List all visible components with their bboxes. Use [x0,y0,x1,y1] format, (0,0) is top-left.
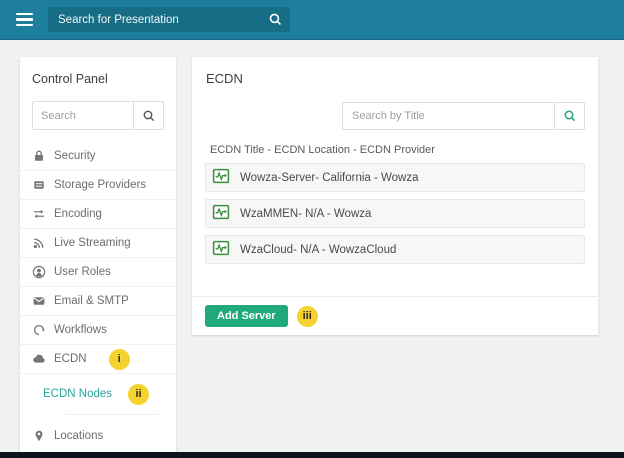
ecdn-server-title: WzaMMEN- N/A - Wowza [240,208,371,220]
workflows-icon [32,323,46,337]
sidebar-item-label: Encoding [54,208,102,220]
add-server-button[interactable]: Add Server [205,305,288,327]
annotation-badge-iii: iii [297,306,318,327]
sidebar-item-label: Workflows [54,324,107,336]
hamburger-menu-icon[interactable] [16,13,33,27]
user-roles-icon [32,265,46,279]
storage-icon [32,178,46,192]
sidebar-item-workflows[interactable]: Workflows [20,316,176,345]
panel-footer: Add Server iii [192,296,598,335]
sidebar-item-user-roles[interactable]: User Roles [20,258,176,287]
sidebar-title: Control Panel [20,57,176,86]
sidebar-item-live-streaming[interactable]: Live Streaming [20,229,176,258]
ecdn-server-list: Wowza-Server- California - Wowza WzaMMEN… [205,163,585,264]
sidebar-item-label: Email & SMTP [54,295,129,307]
title-search [342,102,585,130]
location-pin-icon [32,429,46,443]
sidebar-item-label: Live Streaming [54,237,131,249]
list-header: ECDN Title - ECDN Location - ECDN Provid… [210,144,598,156]
encoding-icon [32,207,46,221]
title-search-input[interactable] [343,110,554,122]
annotation-badge-ii: ii [128,384,149,405]
lock-icon [32,149,46,163]
sidebar-menu: Security Storage Providers Encoding Live… [20,142,176,450]
sidebar-item-label: User Roles [54,266,111,278]
sidebar-item-label: Security [54,150,96,162]
search-icon[interactable] [133,102,163,129]
pulse-icon [212,167,230,188]
search-icon[interactable] [554,103,584,129]
ecdn-server-row[interactable]: WzaMMEN- N/A - Wowza [205,199,585,228]
sidebar-item-storage-providers[interactable]: Storage Providers [20,171,176,200]
divider [65,414,158,415]
page-title: ECDN [192,57,598,86]
cloud-icon [32,352,46,366]
sidebar-item-label: ECDN [54,353,87,365]
ecdn-server-row[interactable]: Wowza-Server- California - Wowza [205,163,585,192]
sidebar-search-input[interactable] [33,110,133,122]
bottom-edge-bar [0,452,624,458]
sidebar-item-locations[interactable]: Locations [20,421,176,450]
global-search-input[interactable] [48,7,260,32]
global-search [48,7,290,32]
pulse-icon [212,203,230,224]
annotation-badge-i: i [109,349,130,370]
sidebar-item-encoding[interactable]: Encoding [20,200,176,229]
sidebar-item-ecdn-nodes[interactable]: ECDN Nodes ii [20,374,176,414]
sidebar-item-label: ECDN Nodes [43,388,112,400]
ecdn-server-row[interactable]: WzaCloud- N/A - WowzaCloud [205,235,585,264]
sidebar-search [32,101,164,130]
email-icon [32,294,46,308]
top-app-bar [0,0,624,40]
sidebar-item-label: Locations [54,430,103,442]
ecdn-server-title: Wowza-Server- California - Wowza [240,172,419,184]
pulse-icon [212,239,230,260]
control-panel-sidebar: Control Panel Security Storage Providers… [20,57,176,458]
sidebar-item-security[interactable]: Security [20,142,176,171]
search-icon[interactable] [260,12,290,27]
ecdn-server-title: WzaCloud- N/A - WowzaCloud [240,244,396,256]
live-streaming-icon [32,236,46,250]
sidebar-item-ecdn[interactable]: ECDN i [20,345,176,374]
ecdn-panel: ECDN ECDN Title - ECDN Location - ECDN P… [192,57,598,335]
sidebar-item-label: Storage Providers [54,179,146,191]
sidebar-item-email-smtp[interactable]: Email & SMTP [20,287,176,316]
